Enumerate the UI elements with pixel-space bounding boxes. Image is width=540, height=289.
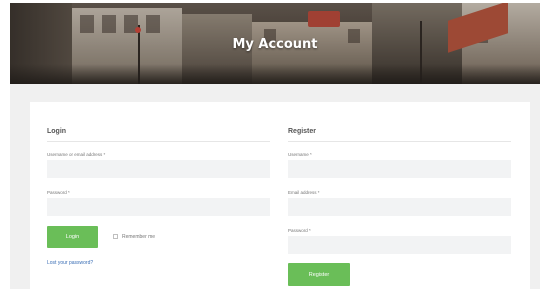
register-username-input[interactable] bbox=[288, 160, 511, 178]
login-password-input[interactable] bbox=[47, 198, 270, 216]
login-button[interactable]: Login bbox=[47, 226, 98, 248]
register-email-label: Email address * bbox=[288, 190, 320, 195]
register-button[interactable]: Register bbox=[288, 263, 350, 286]
login-heading: Login bbox=[47, 128, 67, 135]
login-username-label: Username or email address * bbox=[47, 152, 106, 157]
hero-banner: My Account bbox=[10, 3, 540, 84]
login-username-input[interactable] bbox=[47, 160, 270, 178]
remember-me-label: Remember me bbox=[122, 234, 156, 240]
login-divider bbox=[47, 141, 270, 142]
register-password-label: Password * bbox=[288, 228, 311, 233]
lost-password-link[interactable]: Lost your password? bbox=[47, 260, 93, 266]
remember-me-checkbox[interactable] bbox=[113, 234, 118, 239]
page-title: My Account bbox=[232, 37, 318, 52]
register-heading: Register bbox=[288, 128, 317, 135]
register-email-input[interactable] bbox=[288, 198, 511, 216]
register-divider bbox=[288, 141, 511, 142]
register-username-label: Username * bbox=[288, 152, 312, 157]
account-card: Login Username or email address * Passwo… bbox=[30, 102, 530, 289]
register-password-input[interactable] bbox=[288, 236, 511, 254]
login-password-label: Password * bbox=[47, 190, 70, 195]
